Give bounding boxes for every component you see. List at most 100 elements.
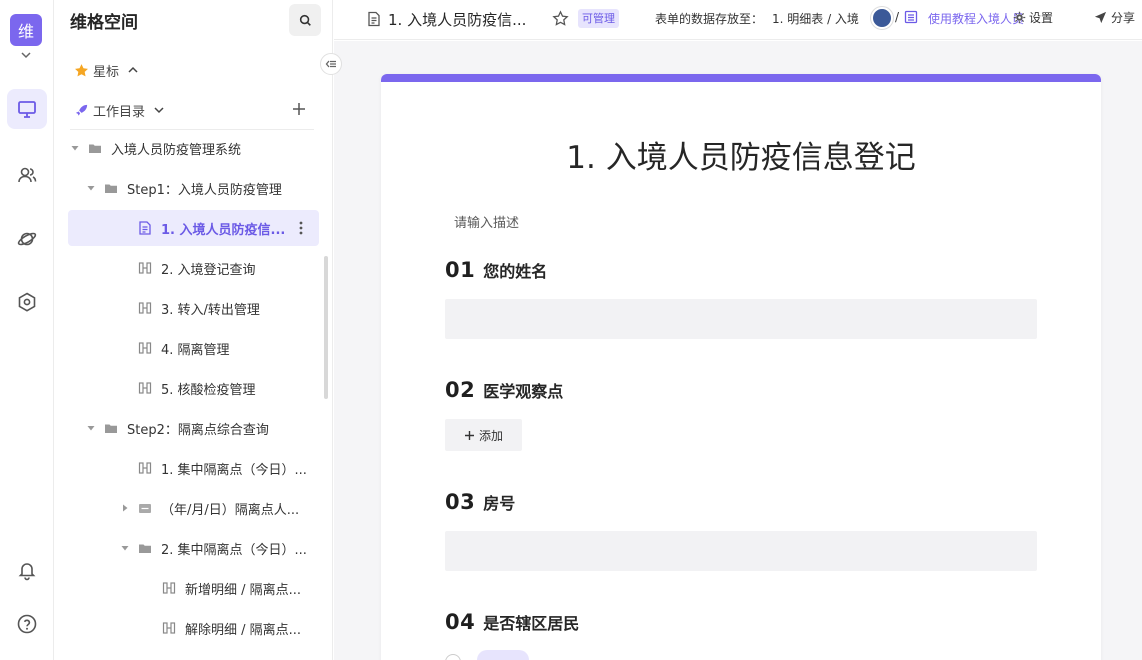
form-title[interactable]: 1. 入境人员防疫信息登记 — [381, 132, 1101, 177]
chevron-up-icon — [128, 66, 138, 73]
tree-item-label: 1. 集中隔离点（今日）... — [161, 462, 307, 478]
star-filled-icon — [75, 63, 88, 76]
tree-item-label: 新增明细 / 隔离点... — [185, 582, 302, 598]
folder-icon — [139, 504, 151, 513]
form-icon — [368, 11, 380, 27]
help-icon — [17, 614, 37, 634]
gear-icon — [1013, 11, 1026, 24]
datasheet-icon — [162, 582, 176, 594]
tree-item[interactable]: 解除明细 / 隔离点... — [144, 610, 301, 646]
question-heading: 03 房号 — [445, 490, 515, 514]
tree-item[interactable]: 入境人员防疫管理系统 — [70, 130, 241, 166]
question-label: 房号 — [483, 494, 516, 513]
more-vertical-icon[interactable] — [293, 220, 309, 236]
question-heading: 04 是否辖区居民 — [445, 610, 579, 634]
question-heading: 02 医学观察点 — [445, 378, 563, 402]
tree-item-label: 3. 转入/转出管理 — [161, 302, 260, 318]
caret-down-icon[interactable] — [86, 423, 96, 433]
tree-item-label: 1. 入境人员防疫信... — [161, 222, 286, 238]
caret-down-icon[interactable] — [120, 543, 130, 553]
contacts-button[interactable] — [7, 155, 47, 195]
add-record-button[interactable]: 添加 — [445, 419, 522, 451]
datasheet-icon — [138, 462, 152, 474]
share-icon — [1094, 11, 1107, 24]
storage-path-link[interactable]: 1. 明细表 / 入境 — [772, 10, 859, 27]
tree-item-label: Step2：隔离点综合查询 — [127, 422, 269, 438]
tree-item[interactable]: 2. 集中隔离点（今日）... — [120, 530, 307, 566]
hexagon-icon — [18, 292, 36, 312]
settings-button[interactable]: 设置 — [1029, 9, 1053, 26]
datasheet-icon — [138, 382, 152, 394]
share-button[interactable]: 分享 — [1111, 9, 1135, 26]
tree-item-label: 2. 入境登记查询 — [161, 262, 256, 278]
page-title[interactable]: 1. 入境人员防疫信... — [388, 9, 526, 30]
caret-down-icon[interactable] — [70, 143, 80, 153]
question-label: 是否辖区居民 — [483, 614, 580, 633]
tree-item[interactable]: 新增明细 / 隔离点... — [144, 570, 301, 606]
datasheet-icon — [162, 622, 176, 634]
top-bar: 1. 入境人员防疫信... 可管理 表单的数据存放至： 1. 明细表 / 入境 … — [334, 0, 1142, 40]
plus-icon — [464, 430, 474, 440]
rocket-icon — [75, 104, 88, 116]
datasheet-icon — [138, 302, 152, 314]
catalog-section[interactable]: 工作目录 — [74, 100, 165, 120]
datasheet-icon — [138, 342, 152, 354]
form-card: 1. 入境人员防疫信息登记 请输入描述 01 您的姓名 02 医学观察点 添加 … — [381, 74, 1101, 660]
question-number: 03 — [445, 490, 476, 514]
chevron-down-icon — [154, 107, 164, 114]
room-number-input[interactable] — [445, 531, 1037, 571]
tree-item[interactable]: Step2：隔离点综合查询 — [86, 410, 269, 446]
caret-down-icon[interactable] — [86, 183, 96, 193]
tree-item-label: 4. 隔离管理 — [161, 342, 230, 358]
tree-item[interactable]: 1. 集中隔离点（今日）... — [120, 450, 307, 486]
tree-item[interactable]: 4. 隔离管理 — [120, 330, 230, 366]
path-separator: / — [895, 10, 900, 24]
catalog-label: 工作目录 — [93, 104, 146, 120]
search-button[interactable] — [289, 4, 321, 36]
templates-button[interactable] — [7, 218, 47, 258]
collapse-sidebar-button[interactable] — [320, 53, 342, 75]
help-button[interactable] — [7, 604, 47, 644]
tree-item-label: 入境人员防疫管理系统 — [111, 142, 242, 158]
space-title: 维格空间 — [70, 13, 138, 33]
option-tag[interactable] — [477, 650, 529, 660]
name-input[interactable] — [445, 299, 1037, 339]
question-number: 01 — [445, 258, 476, 282]
tree-item-selected[interactable]: 1. 入境人员防疫信... — [68, 210, 319, 246]
form-description[interactable]: 请输入描述 — [454, 212, 519, 231]
chevron-down-icon[interactable] — [19, 48, 33, 62]
tree-item[interactable]: 5. 核酸检疫管理 — [120, 370, 256, 406]
tree-item[interactable]: Step1：入境人员防疫管理 — [86, 170, 282, 206]
star-icon[interactable] — [552, 10, 569, 27]
settings-button[interactable] — [7, 282, 47, 322]
notifications-button[interactable] — [7, 550, 47, 590]
tree-item[interactable]: （年/月/日）隔离点人... — [120, 490, 299, 526]
radio-option[interactable] — [445, 654, 461, 660]
starred-section[interactable]: 星标 — [74, 60, 139, 80]
tree-item[interactable]: 3. 转入/转出管理 — [120, 290, 260, 326]
workbench-button[interactable] — [7, 89, 47, 129]
caret-right-icon[interactable] — [120, 503, 130, 513]
plus-icon[interactable] — [290, 100, 308, 118]
space-avatar[interactable]: 维 — [10, 14, 42, 46]
left-rail: 维 — [0, 0, 54, 660]
sidebar: 维格空间 星标 工作目录 入境人员防疫管理系统 Step1：入境人员防疫管理 1. … — [54, 0, 333, 660]
question-heading: 01 您的姓名 — [445, 258, 547, 282]
tree-item-label: 解除明细 / 隔离点... — [185, 622, 302, 638]
question-number: 04 — [445, 610, 476, 634]
sidebar-scrollbar[interactable] — [324, 256, 328, 399]
question-label: 医学观察点 — [483, 382, 564, 401]
tree-item-label: 5. 核酸检疫管理 — [161, 382, 256, 398]
tree-item[interactable]: 2. 入境登记查询 — [120, 250, 256, 286]
starred-label: 星标 — [93, 64, 120, 80]
bell-icon — [18, 563, 36, 581]
main-content: 1. 入境人员防疫信息登记 请输入描述 01 您的姓名 02 医学观察点 添加 … — [334, 41, 1142, 660]
tutorial-link[interactable]: 使用教程入境人员 — [928, 10, 1024, 27]
permission-badge: 可管理 — [578, 9, 619, 28]
users-icon — [18, 167, 37, 183]
user-avatar[interactable] — [871, 7, 893, 29]
